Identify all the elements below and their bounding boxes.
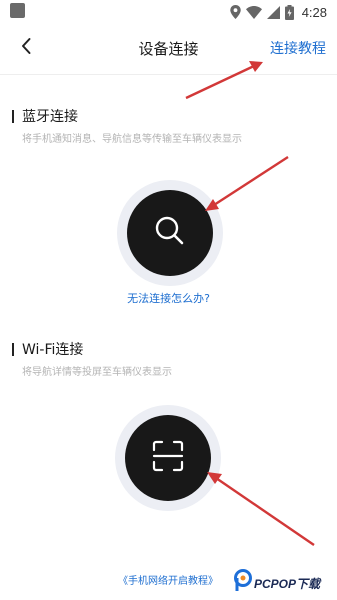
bluetooth-section-header: 蓝牙连接 bbox=[12, 106, 78, 126]
nav-divider bbox=[0, 74, 337, 75]
section-marker bbox=[12, 109, 14, 123]
wifi-icon bbox=[245, 5, 262, 19]
location-icon bbox=[229, 5, 241, 19]
status-icons: 4:28 bbox=[229, 2, 327, 22]
wifi-section-title: Wi-Fi连接 bbox=[22, 342, 84, 358]
cannot-connect-help-link[interactable]: 无法连接怎么办? bbox=[0, 290, 337, 306]
battery-icon bbox=[284, 4, 294, 20]
app-notification-icon bbox=[10, 3, 25, 18]
signal-icon bbox=[266, 5, 280, 19]
device-connection-screen: 4:28 设备连接 连接教程 蓝牙连接 将手机通知消息、导航信息等传输至车辆仪表… bbox=[0, 0, 337, 600]
chevron-left-icon bbox=[20, 37, 32, 59]
bluetooth-section-title: 蓝牙连接 bbox=[22, 109, 78, 125]
wifi-button-halo bbox=[115, 405, 221, 511]
bluetooth-search-button[interactable] bbox=[127, 190, 213, 276]
arrow-to-scan-button bbox=[207, 472, 315, 546]
search-icon bbox=[152, 213, 188, 253]
wifi-scan-button[interactable] bbox=[125, 415, 211, 501]
bluetooth-section-description: 将手机通知消息、导航信息等传输至车辆仪表显示 bbox=[22, 134, 242, 145]
back-button[interactable] bbox=[14, 36, 38, 60]
wifi-section-description: 将导航详情等投屏至车辆仪表显示 bbox=[22, 367, 172, 378]
arrow-to-search-button bbox=[205, 155, 289, 211]
nav-bar: 设备连接 连接教程 bbox=[0, 26, 337, 72]
bluetooth-button-halo bbox=[117, 180, 223, 286]
network-tutorial-link[interactable]: 《手机网络开启教程》 bbox=[118, 572, 218, 587]
connection-tutorial-link[interactable]: 连接教程 bbox=[270, 38, 326, 58]
pcpop-logo-icon bbox=[234, 569, 252, 597]
status-bar: 4:28 bbox=[0, 0, 337, 24]
section-marker bbox=[12, 342, 14, 356]
wifi-section-header: Wi-Fi连接 bbox=[12, 339, 83, 359]
watermark-text: PCPOP下载 bbox=[254, 576, 321, 591]
status-time: 4:28 bbox=[301, 4, 327, 20]
pcpop-watermark: PCPOP下载 bbox=[234, 566, 337, 600]
scan-icon bbox=[150, 438, 186, 478]
